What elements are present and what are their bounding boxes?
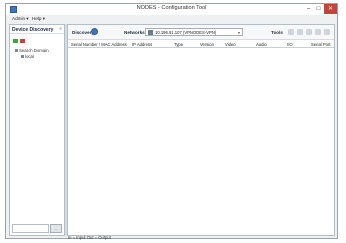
network-value: 10.196.51.107 (VPNODES-VPN) <box>155 30 217 35</box>
panel-bottom: ... <box>12 224 62 234</box>
menu-help[interactable]: Help ▾ <box>32 16 45 22</box>
chevron-down-icon: ▾ <box>237 30 240 35</box>
col-type[interactable]: Type <box>174 42 183 47</box>
tool-settings-icon[interactable] <box>288 29 294 35</box>
refresh-discovery-icon[interactable] <box>91 28 98 35</box>
col-video[interactable]: Video <box>225 42 236 47</box>
collapse-icon[interactable]: « <box>59 26 62 32</box>
domain-input[interactable] <box>12 224 49 233</box>
tree-item-search-domain[interactable]: Search Domain <box>15 48 49 53</box>
io-legend: In = Input Out = Output <box>68 235 111 240</box>
col-audio[interactable]: Audio <box>256 42 267 47</box>
tree-label: local <box>25 54 34 59</box>
tool-link-icon[interactable] <box>324 29 330 35</box>
title-bar: NODES - Configuration Tool – □ ✕ <box>6 4 337 15</box>
device-table-body <box>68 48 334 235</box>
device-table-header: Serial Number / MAC Address IP Address T… <box>68 40 334 48</box>
menu-bar: Admin ▾ Help ▾ <box>6 15 337 22</box>
tool-upgrade-icon[interactable] <box>297 29 303 35</box>
panel-title: Device Discovery <box>12 27 54 33</box>
main-toolbar: Discovery Networks 10.196.51.107 (VPNODE… <box>68 25 334 40</box>
col-serial[interactable]: Serial Number / MAC Address <box>71 42 127 47</box>
status-bar: In = Input Out = Output <box>67 235 267 241</box>
window-title: NODES - Configuration Tool <box>136 5 207 11</box>
close-button[interactable]: ✕ <box>324 4 337 14</box>
device-discovery-panel: Device Discovery « Search Domain local .… <box>9 24 65 236</box>
minimize-button[interactable]: – <box>304 4 313 14</box>
col-version[interactable]: Version <box>200 42 214 47</box>
col-io[interactable]: I/O <box>287 42 293 47</box>
main-panel: Discovery Networks 10.196.51.107 (VPNODE… <box>67 24 335 236</box>
add-domain-icon[interactable] <box>13 39 18 43</box>
remove-domain-icon[interactable] <box>20 39 25 43</box>
expand-icon[interactable] <box>15 49 18 53</box>
network-icon <box>148 30 153 35</box>
app-window: NODES - Configuration Tool – □ ✕ Admin ▾… <box>5 3 338 241</box>
networks-label: Networks <box>124 30 145 35</box>
tree-label: Search Domain <box>19 48 49 53</box>
menu-admin[interactable]: Admin ▾ <box>12 16 29 22</box>
tool-edit-icon[interactable] <box>315 29 321 35</box>
network-select[interactable]: 10.196.51.107 (VPNODES-VPN) ▾ <box>145 28 243 36</box>
col-serial-port[interactable]: Serial Port <box>311 42 331 47</box>
tree-item-local[interactable]: local <box>21 54 34 59</box>
panel-header: Device Discovery « <box>10 25 64 34</box>
tool-export-icon[interactable] <box>306 29 312 35</box>
col-ip[interactable]: IP Address <box>132 42 152 47</box>
tools-label: Tools <box>271 30 283 35</box>
node-icon <box>21 55 24 59</box>
browse-button[interactable]: ... <box>50 224 62 233</box>
maximize-button[interactable]: □ <box>314 4 323 14</box>
